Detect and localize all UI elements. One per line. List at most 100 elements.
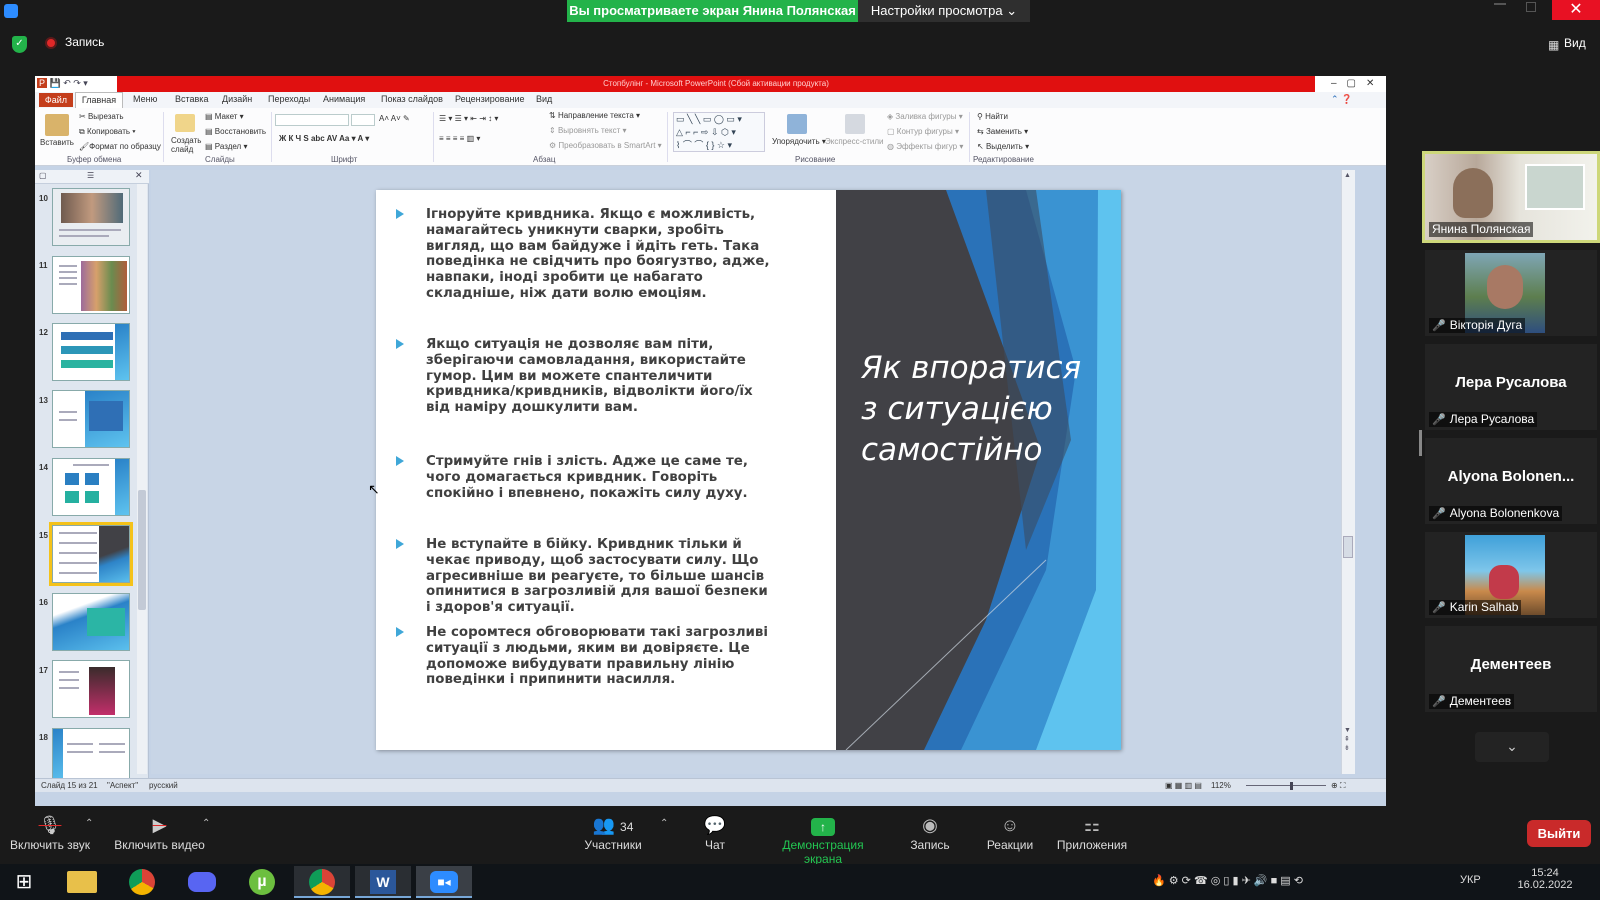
reset-button[interactable]: ▤ Восстановить: [205, 127, 266, 136]
zoom-in-icon[interactable]: ⊕ ⛶: [1331, 781, 1346, 791]
tab-view[interactable]: Вид: [536, 94, 552, 104]
tab-insert[interactable]: Вставка: [175, 94, 208, 104]
taskbar-discord[interactable]: [174, 866, 230, 898]
ppt-window-controls[interactable]: –▢✕: [1325, 76, 1386, 92]
thumbnail-scroll-thumb[interactable]: [138, 490, 146, 610]
paste-button[interactable]: Вставить: [40, 138, 74, 147]
slide-thumbnail-10[interactable]: [52, 188, 130, 246]
layout-button[interactable]: ▤ Макет ▾: [205, 112, 244, 121]
participant-tile[interactable]: Alyona Bolonen... 🎤 Alyona Bolonenkova: [1425, 438, 1597, 524]
clock[interactable]: 15:24 16.02.2022: [1512, 867, 1578, 891]
help-icon[interactable]: ⌃ ❓: [1331, 94, 1352, 105]
slide-scroll-thumb[interactable]: [1343, 536, 1353, 558]
participants-options-caret[interactable]: ⌃: [660, 818, 668, 829]
record-button[interactable]: ◉ Запись: [909, 812, 951, 852]
system-tray-icons[interactable]: 🔥 ⚙ ⟳ ☎ ◎ ▯ ▮ ✈ 🔊 ■ ▤ ⟲: [1152, 874, 1303, 887]
leave-meeting-button[interactable]: Выйти: [1527, 820, 1591, 847]
audio-options-caret[interactable]: ⌃: [85, 818, 93, 829]
record-indicator[interactable]: Запись: [65, 35, 104, 49]
new-slide-button[interactable]: Создать слайд: [171, 136, 201, 154]
taskbar-chrome-profile[interactable]: [294, 866, 350, 898]
thumbnail-pane-tabs[interactable]: ▢ ☰ ✕: [35, 170, 149, 184]
shape-effects-button[interactable]: ◍ Эффекты фигур ▾: [887, 142, 963, 151]
close-icon[interactable]: ✕: [135, 170, 143, 181]
tab-review[interactable]: Рецензирование: [455, 94, 525, 104]
scroll-up-icon[interactable]: ▲: [1344, 172, 1351, 179]
unmute-button[interactable]: 🎙 Включить звук: [8, 812, 92, 852]
scroll-down-icon[interactable]: ▼ ⇞ ⇟: [1344, 726, 1351, 753]
smartart-button[interactable]: ⚙ Преобразовать в SmartArt ▾: [549, 141, 662, 150]
start-button[interactable]: ⊞: [0, 866, 48, 898]
shape-fill-button[interactable]: ◈ Заливка фигуры ▾: [887, 112, 963, 121]
replace-button[interactable]: ⇆ Заменить ▾: [977, 127, 1028, 136]
participant-tile[interactable]: Лера Русалова 🎤 Лера Русалова: [1425, 344, 1597, 430]
panel-resize-handle[interactable]: [1419, 430, 1422, 456]
new-slide-icon[interactable]: [175, 114, 195, 132]
font-name-select[interactable]: [275, 114, 349, 126]
share-screen-button[interactable]: ↑ Демонстрация экрана: [762, 812, 884, 866]
slide-thumbnail-13[interactable]: [52, 390, 130, 448]
arrange-icon[interactable]: [787, 114, 807, 134]
minimize-icon[interactable]: [1494, 3, 1506, 5]
taskbar-word[interactable]: W: [355, 866, 411, 898]
align-buttons[interactable]: ≡ ≡ ≡ ≡ ▥ ▾: [439, 134, 480, 143]
participant-tile[interactable]: 🎤 Вікторія Дуга: [1425, 250, 1597, 336]
slide-title[interactable]: Як впоратися з ситуацією самостійно: [861, 348, 1101, 471]
list-buttons[interactable]: ☰ ▾ ☰ ▾ ⇤ ⇥ ↕ ▾: [439, 114, 498, 123]
shapes-gallery[interactable]: ▭ ╲ ╲ ▭ ◯ ▭ ▾ △ ⌐ ⌐ ⇨ ⇩ ⬡ ▾ ⌇ ⌒ ⌒ { } ☆ ▾: [673, 112, 765, 152]
quick-access-toolbar[interactable]: P 💾 ↶ ↷ ▾: [37, 78, 88, 89]
close-button[interactable]: ✕: [1552, 0, 1600, 20]
tab-transitions[interactable]: Переходы: [268, 94, 310, 104]
participant-tile[interactable]: Дементеев 🎤 Дементеев: [1425, 626, 1597, 712]
tab-animation[interactable]: Анимация: [323, 94, 365, 104]
zoom-level[interactable]: 112%: [1211, 781, 1231, 790]
slide-vertical-scrollbar[interactable]: [1341, 170, 1355, 774]
maximize-icon[interactable]: [1526, 2, 1536, 12]
shape-outline-button[interactable]: ▢ Контур фигуры ▾: [887, 127, 959, 136]
tab-slideshow[interactable]: Показ слайдов: [381, 94, 443, 104]
apps-button[interactable]: ⚏ Приложения: [1056, 812, 1128, 852]
quick-styles-icon[interactable]: [845, 114, 865, 134]
slide-thumbnail-17[interactable]: [52, 660, 130, 718]
slide-thumbnail-15[interactable]: [49, 522, 133, 586]
shield-icon[interactable]: ✓: [12, 36, 27, 53]
video-options-caret[interactable]: ⌃: [202, 818, 210, 829]
tab-home[interactable]: Главная: [75, 92, 123, 108]
slide-thumbnail-12[interactable]: [52, 323, 130, 381]
participant-tile[interactable]: Янина Полянская: [1422, 151, 1600, 243]
slide-thumbnail-11[interactable]: [52, 256, 130, 314]
format-painter-button[interactable]: 🖌Формат по образцу: [79, 142, 161, 151]
tab-menu[interactable]: Меню: [133, 94, 157, 104]
font-format-buttons[interactable]: Ж К Ч S abc AV Aa ▾ A ▾: [279, 134, 369, 143]
taskbar-utorrent[interactable]: µ: [234, 866, 290, 898]
section-button[interactable]: ▤ Раздел ▾: [205, 142, 247, 151]
arrange-button[interactable]: Упорядочить ▾: [772, 137, 826, 146]
quick-styles-button[interactable]: Экспресс-стили: [825, 137, 884, 146]
cut-button[interactable]: ✂ Вырезать: [79, 112, 124, 121]
font-size-buttons[interactable]: A˄ A˅ ✎: [379, 114, 410, 123]
reactions-button[interactable]: ☺ Реакции: [986, 812, 1034, 852]
paste-icon[interactable]: [45, 114, 69, 136]
font-size-select[interactable]: [351, 114, 375, 126]
status-language[interactable]: русский: [149, 781, 178, 790]
participant-tile[interactable]: 🎤 Karin Salhab: [1425, 532, 1597, 618]
text-direction-button[interactable]: ⇅ Направление текста ▾: [549, 111, 640, 120]
view-mode-buttons[interactable]: ▣ ▦ ▥ ▤: [1165, 781, 1202, 790]
align-text-button[interactable]: ⇕ Выровнять текст ▾: [549, 126, 627, 135]
view-button[interactable]: Вид: [1564, 36, 1586, 50]
start-video-button[interactable]: ▶ Включить видео: [112, 812, 207, 852]
current-slide[interactable]: Ігноруйте кривдника. Якщо є можливість, …: [376, 190, 1121, 750]
slide-thumbnail-16[interactable]: [52, 593, 130, 651]
taskbar-chrome[interactable]: [114, 866, 170, 898]
copy-button[interactable]: ⧉ Копировать ▾: [79, 127, 136, 137]
slide-content-placeholder[interactable]: Ігноруйте кривдника. Якщо є можливість, …: [376, 190, 836, 750]
chat-button[interactable]: 💬 Чат: [700, 812, 730, 852]
find-button[interactable]: ⚲ Найти: [977, 112, 1008, 121]
grid-icon[interactable]: ▦: [1548, 38, 1559, 52]
select-button[interactable]: ↖ Выделить ▾: [977, 142, 1029, 151]
input-language[interactable]: УКР: [1460, 874, 1481, 886]
gallery-next-page-button[interactable]: ⌄: [1475, 732, 1549, 762]
taskbar-zoom[interactable]: ■◂: [416, 866, 472, 898]
thumbnail-scrollbar[interactable]: [137, 184, 147, 774]
participants-button[interactable]: 👥 34 Участники: [583, 812, 643, 852]
